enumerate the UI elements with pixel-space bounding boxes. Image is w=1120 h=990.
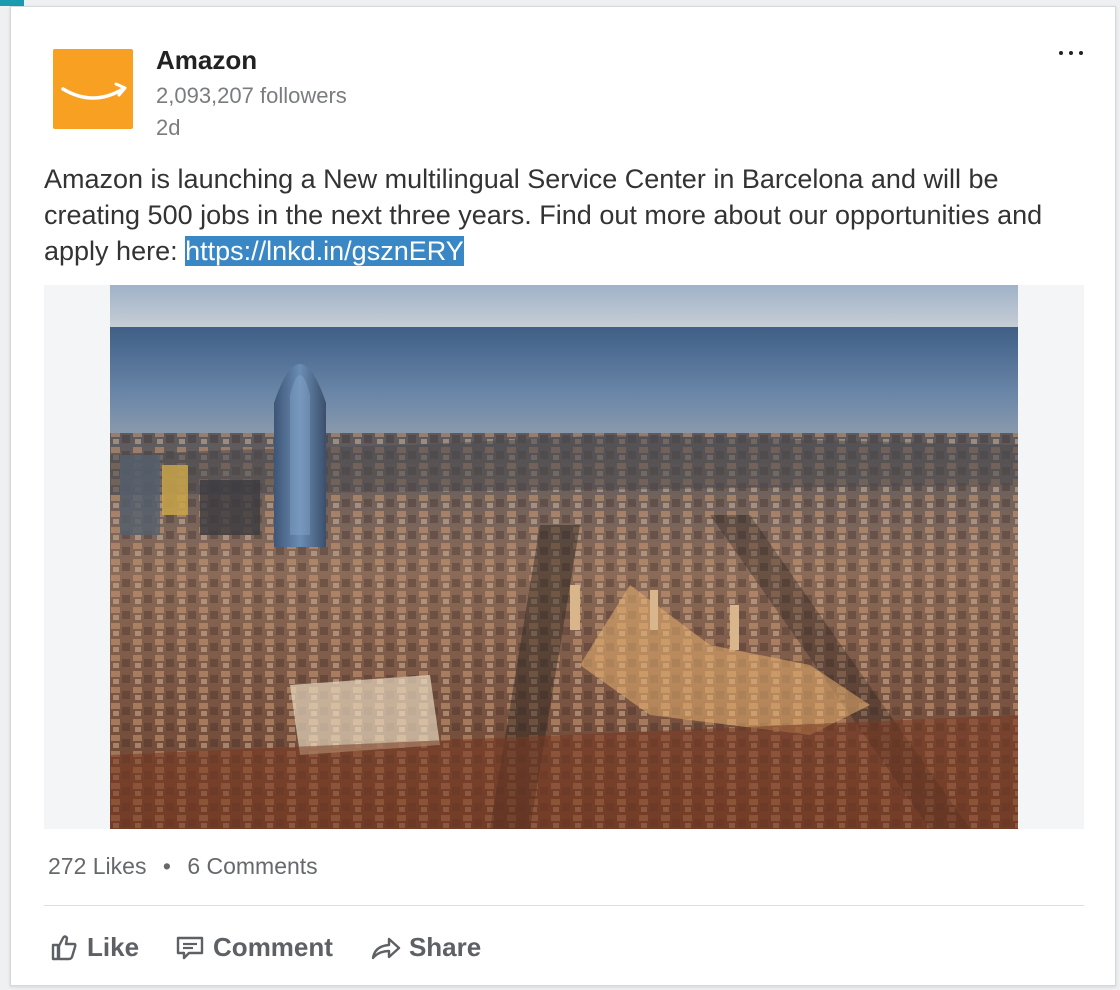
more-options-button[interactable] [1055, 41, 1089, 65]
share-label: Share [408, 931, 482, 962]
more-options-icon [1059, 51, 1063, 55]
post-link[interactable]: https://lnkd.in/gsznERY [185, 236, 464, 266]
like-label: Like [87, 931, 140, 962]
post-body: Amazon is launching a New multilingual S… [44, 161, 1084, 269]
comment-button[interactable]: Comment [175, 927, 333, 967]
engagement-stats: 272 Likes • 6 Comments [48, 853, 318, 880]
comment-label: Comment [213, 931, 333, 962]
company-name[interactable]: Amazon [156, 45, 257, 76]
thumbs-up-icon [51, 935, 77, 961]
feed-post-card: Amazon 2,093,207 followers 2d Amazon is … [10, 6, 1116, 986]
comments-count[interactable]: 6 Comments [187, 853, 317, 879]
share-arrow-icon [371, 937, 401, 960]
amazon-logo[interactable] [53, 49, 133, 129]
actions-divider [44, 905, 1084, 906]
follower-count: 2,093,207 followers [156, 83, 347, 108]
stats-separator: • [162, 853, 171, 879]
post-actions-bar: Like Comment Share [49, 927, 481, 967]
amazon-smile-icon [61, 82, 127, 100]
comment-icon [176, 936, 204, 960]
like-button[interactable]: Like [49, 927, 139, 967]
post-timestamp: 2d [156, 115, 181, 140]
barcelona-aerial-image [110, 285, 1018, 829]
share-button[interactable]: Share [369, 927, 481, 967]
likes-count[interactable]: 272 Likes [48, 853, 146, 879]
post-image[interactable] [110, 285, 1018, 829]
post-image-frame[interactable] [44, 285, 1084, 829]
